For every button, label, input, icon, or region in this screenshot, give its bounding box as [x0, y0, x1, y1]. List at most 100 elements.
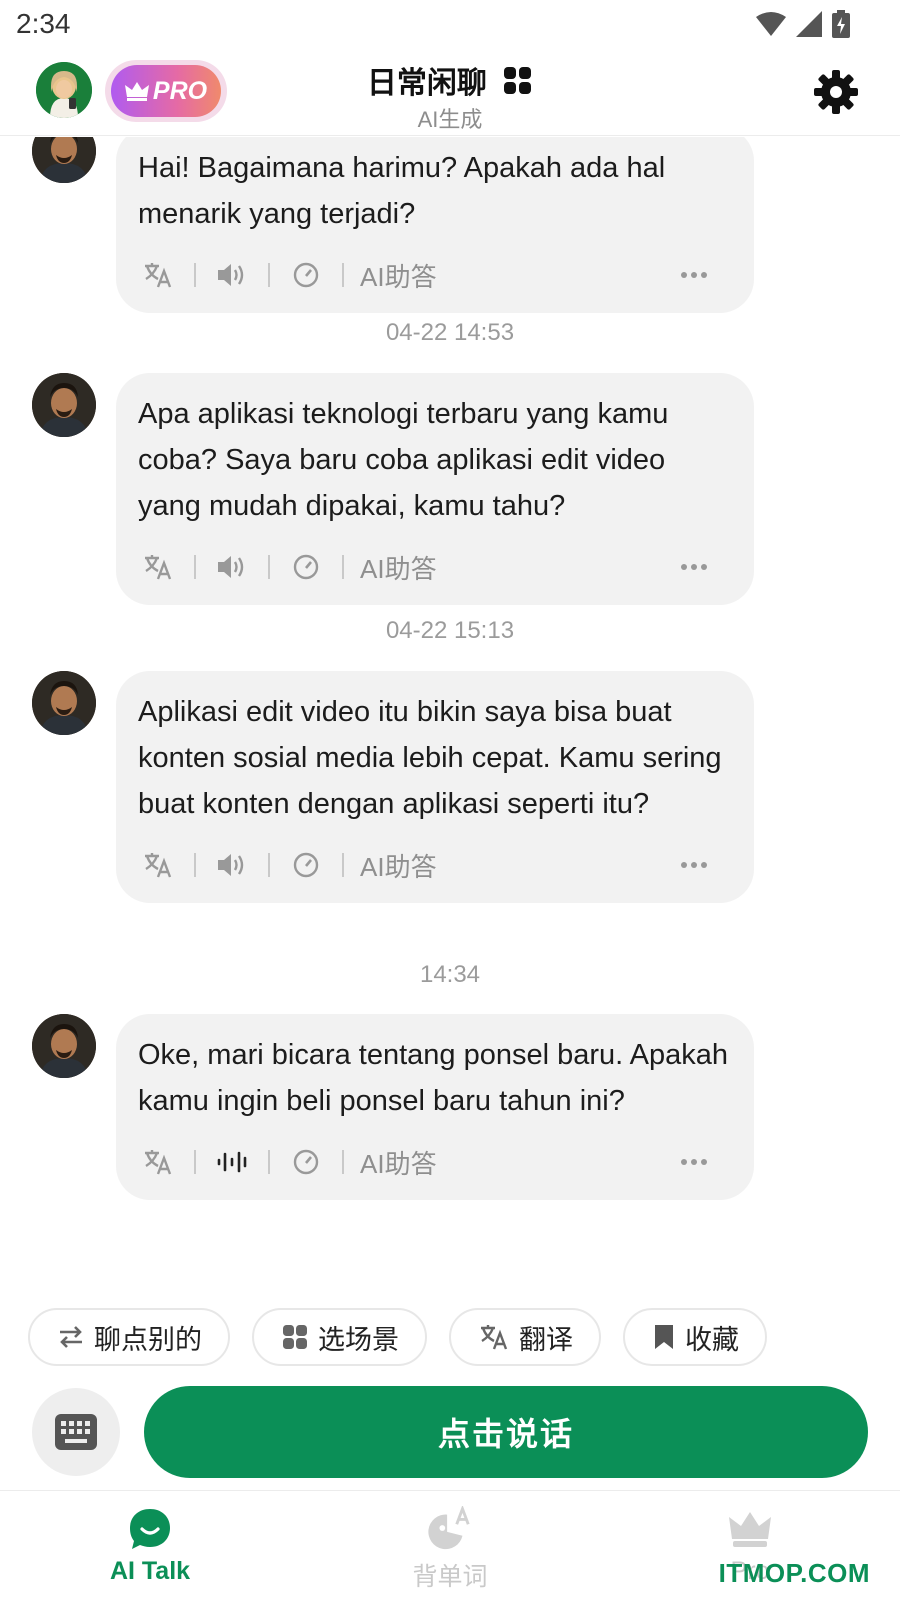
nav-item-ai-talk[interactable]: AI Talk [50, 1491, 250, 1600]
toolbar-divider [194, 555, 196, 579]
message-toolbar: AI助答 [138, 529, 732, 605]
more-dots-icon [681, 272, 707, 278]
ai-help-button[interactable]: AI助答 [360, 549, 437, 586]
play-audio-button[interactable] [212, 845, 252, 885]
more-dots-icon [681, 1159, 707, 1165]
app-header: PRO 日常闲聊 AI生成 [0, 50, 900, 136]
page-subtitle: AI生成 [417, 107, 483, 132]
translate-chip-button[interactable]: 翻译 [449, 1308, 601, 1366]
ai-help-button[interactable]: AI助答 [360, 257, 437, 294]
cellular-signal-icon [796, 11, 822, 37]
message-text: Oke, mari bicara tentang ponsel baru. Ap… [138, 1039, 729, 1117]
audio-waveform-icon [217, 1151, 247, 1173]
speedometer-icon [293, 1149, 319, 1175]
more-button[interactable] [674, 845, 714, 885]
page-title-text: 日常闲聊 [366, 67, 487, 100]
more-button[interactable] [674, 255, 714, 295]
speedometer-icon [293, 262, 319, 288]
timestamp: 04-22 14:53 [385, 319, 515, 346]
keyboard-icon [55, 1414, 97, 1450]
translate-chip-label: 翻译 [519, 1324, 573, 1355]
ai-help-button[interactable]: AI助答 [360, 1144, 437, 1181]
toolbar-divider [268, 1150, 270, 1174]
toolbar-divider [268, 263, 270, 287]
grid-icon [283, 1325, 307, 1349]
translate-button[interactable] [138, 845, 178, 885]
timestamp: 14:34 [419, 961, 481, 988]
speedometer-icon [293, 554, 319, 580]
toolbar-divider [268, 853, 270, 877]
speaker-icon [218, 264, 244, 286]
translate-button[interactable] [138, 1142, 178, 1182]
message-toolbar: AI助答 [138, 237, 732, 313]
stop-audio-button[interactable] [212, 1142, 252, 1182]
assistant-avatar[interactable] [32, 671, 96, 735]
keyboard-toggle-button[interactable] [32, 1388, 120, 1476]
assistant-avatar-icon [32, 1014, 96, 1078]
message-bubble[interactable]: Apa aplikasi teknologi terbaru yang kamu… [116, 373, 754, 605]
assistant-avatar[interactable] [32, 1014, 96, 1078]
message-bubble[interactable]: Oke, mari bicara tentang ponsel baru. Ap… [116, 1014, 754, 1200]
toolbar-divider [342, 263, 344, 287]
crown-icon [726, 1505, 774, 1553]
switch-topic-button[interactable]: 聊点别的 [28, 1308, 230, 1366]
swap-icon [60, 1326, 82, 1348]
speed-button[interactable] [286, 547, 326, 587]
scene-grid-icon [504, 67, 532, 94]
more-dots-icon [681, 862, 707, 868]
translate-button[interactable] [138, 255, 178, 295]
message-toolbar: AI助答 [138, 1124, 732, 1200]
quick-actions: 聊点别的 选场景 翻译 收藏 [28, 1308, 767, 1366]
translate-icon [481, 1325, 508, 1350]
speed-button[interactable] [286, 845, 326, 885]
translate-button[interactable] [138, 547, 178, 587]
ai-help-button[interactable]: AI助答 [360, 847, 437, 884]
assistant-avatar-icon [32, 137, 96, 183]
gear-icon [814, 70, 858, 114]
nav-item-vocab[interactable]: 背单词 [350, 1491, 550, 1600]
chat-list[interactable]: Hai! Bagaimana harimu? Apakah ada hal me… [0, 137, 900, 1297]
assistant-avatar[interactable] [32, 373, 96, 437]
toolbar-divider [342, 555, 344, 579]
more-button[interactable] [674, 547, 714, 587]
more-button[interactable] [674, 1142, 714, 1182]
settings-button[interactable] [812, 68, 860, 116]
wifi-icon [756, 12, 786, 36]
timestamp: 04-22 15:13 [385, 617, 515, 644]
status-bar: 2:34 [0, 0, 900, 50]
choose-scene-button[interactable]: 选场景 [252, 1308, 427, 1366]
page-title[interactable]: 日常闲聊 [0, 58, 900, 102]
translate-icon [145, 853, 172, 878]
translate-icon [145, 1150, 172, 1175]
nav-label-vocab: 背单词 [412, 1563, 488, 1591]
bookmark-button[interactable]: 收藏 [623, 1308, 767, 1366]
message-toolbar: AI助答 [138, 827, 732, 903]
play-audio-button[interactable] [212, 255, 252, 295]
switch-topic-label: 聊点别的 [94, 1324, 202, 1355]
tap-to-talk-button[interactable]: 点击说话 [144, 1386, 868, 1478]
more-dots-icon [681, 564, 707, 570]
translate-icon [145, 263, 172, 288]
bookmark-icon [655, 1325, 673, 1349]
speaker-icon [218, 854, 244, 876]
choose-scene-label: 选场景 [318, 1324, 399, 1355]
message-bubble[interactable]: Aplikasi edit video itu bikin saya bisa … [116, 671, 754, 903]
vocab-icon [426, 1505, 474, 1553]
watermark: ITMOP.COM [718, 1558, 870, 1588]
toolbar-divider [342, 1150, 344, 1174]
toolbar-divider [194, 1150, 196, 1174]
speaker-icon [218, 556, 244, 578]
nav-label-ai-talk: AI Talk [109, 1557, 191, 1585]
message-text: Apa aplikasi teknologi terbaru yang kamu… [138, 398, 669, 522]
message-text: Hai! Bagaimana harimu? Apakah ada hal me… [138, 152, 666, 230]
toolbar-divider [194, 263, 196, 287]
toolbar-divider [268, 555, 270, 579]
battery-charging-icon [832, 10, 850, 38]
play-audio-button[interactable] [212, 547, 252, 587]
assistant-avatar[interactable] [32, 137, 96, 183]
message-text: Aplikasi edit video itu bikin saya bisa … [138, 696, 722, 820]
speed-button[interactable] [286, 1142, 326, 1182]
bookmark-label: 收藏 [685, 1324, 739, 1355]
message-bubble[interactable]: Hai! Bagaimana harimu? Apakah ada hal me… [116, 137, 754, 313]
speed-button[interactable] [286, 255, 326, 295]
